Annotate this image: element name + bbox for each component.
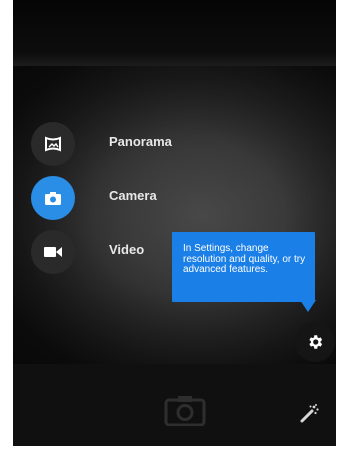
- effects-button[interactable]: [295, 398, 325, 428]
- mode-camera[interactable]: Camera: [31, 176, 157, 220]
- status-bar: [13, 0, 336, 66]
- tooltip-pointer: [300, 300, 316, 312]
- settings-tooltip: In Settings, change resolution and quali…: [172, 232, 315, 302]
- mode-label: Camera: [109, 188, 157, 203]
- mode-video[interactable]: Video: [31, 230, 144, 274]
- camera-shutter-icon: [164, 396, 206, 426]
- tooltip-text: In Settings, change resolution and quali…: [183, 243, 306, 275]
- mode-panorama[interactable]: Panorama: [31, 122, 172, 166]
- mode-label: Video: [109, 242, 145, 257]
- panorama-icon: [31, 122, 75, 166]
- shutter-button[interactable]: [163, 392, 207, 428]
- gear-icon: [309, 335, 323, 349]
- video-icon: [31, 230, 75, 274]
- camera-icon: [31, 176, 75, 220]
- camera-screen: Panorama Camera Video In Settings, chang…: [13, 0, 336, 446]
- mode-label: Panorama: [109, 134, 172, 149]
- settings-button[interactable]: [295, 322, 335, 362]
- magic-wand-icon: [300, 404, 319, 423]
